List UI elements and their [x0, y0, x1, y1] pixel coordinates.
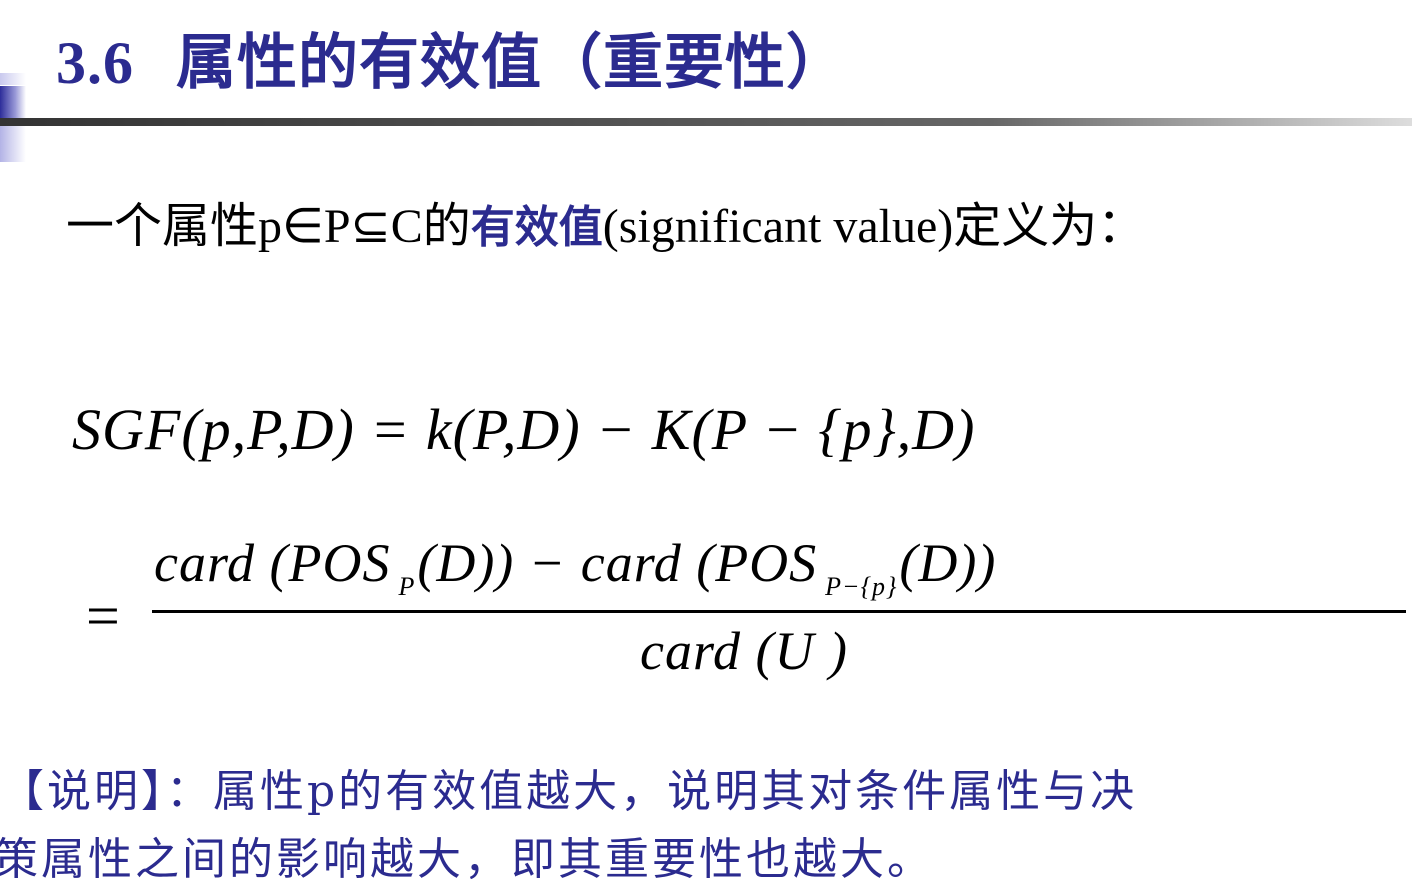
numerator-part-1: card (POS: [154, 533, 391, 593]
decoration-bar-bottom: [0, 126, 26, 162]
explanation-note: 【说明】：属性p的有效值越大，说明其对条件属性与决 策属性之间的影响越大，即其重…: [0, 758, 1412, 894]
decoration-bar-top: [0, 73, 26, 85]
slide-title: 3.6 属性的有效值（重要性）: [56, 14, 847, 101]
numerator-subscript-1: P: [398, 572, 416, 601]
note-line-1: 【说明】：属性p的有效值越大，说明其对条件属性与决: [0, 766, 1138, 817]
title-divider: [0, 118, 1412, 126]
fraction-numerator: card (POS P(D)) − card (POS P−{p}(D)): [154, 532, 996, 602]
intro-highlight: 有效值: [470, 202, 603, 253]
definition-intro: 一个属性p∈P⊆C的有效值(significant value)定义为：: [66, 186, 1145, 256]
note-line-2: 策属性之间的影响越大，即其重要性也越大。: [0, 834, 934, 885]
formula-line-1: SGF(p,P,D) = k(P,D) − K(P − {p},D): [72, 397, 976, 462]
formula-equals-sign: =: [86, 583, 120, 649]
intro-prefix: 一个属性p∈P⊆C的: [66, 200, 471, 253]
section-number: 3.6: [56, 30, 134, 96]
title-text: 属性的有效值（重要性）: [176, 28, 847, 98]
numerator-part-3: (D)): [899, 533, 997, 593]
numerator-part-2: (D)) − card (POS: [417, 533, 818, 593]
fraction-denominator: card (U ): [640, 621, 848, 681]
intro-suffix: (significant value)定义为：: [602, 200, 1146, 253]
numerator-subscript-2: P−{p}: [825, 572, 898, 601]
fraction-bar: [152, 610, 1406, 613]
